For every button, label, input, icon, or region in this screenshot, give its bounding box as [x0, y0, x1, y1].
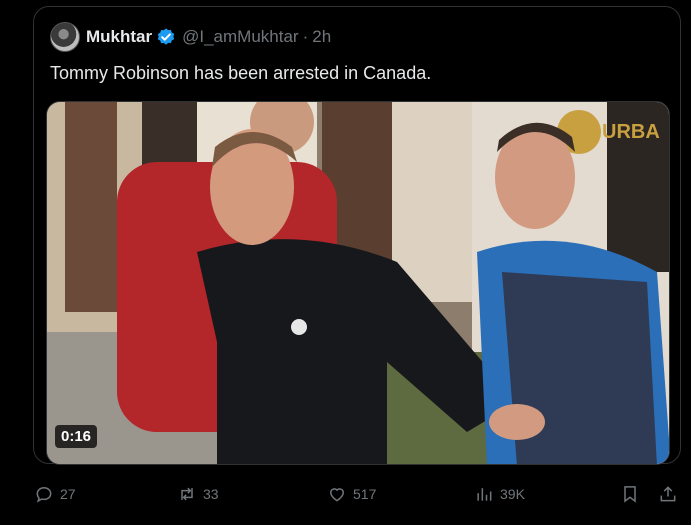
repost-button[interactable]: 33 [177, 478, 219, 510]
like-icon [329, 488, 345, 502]
reply-button[interactable]: 27 [34, 478, 76, 510]
store-sign-text: URBA [602, 121, 660, 143]
author-handle[interactable]: @I_amMukhtar [182, 27, 298, 47]
author-name[interactable]: Mukhtar [86, 27, 152, 47]
views-button[interactable]: 39K [474, 478, 525, 510]
video-duration-badge: 0:16 [55, 425, 98, 448]
like-button[interactable]: 517 [327, 478, 376, 510]
views-icon [477, 488, 492, 501]
share-icon [660, 486, 676, 502]
tweet-actions-bar: 27 33 517 39K [0, 478, 691, 510]
tweet-video[interactable]: URBA 0:16 [46, 101, 670, 465]
bookmark-icon [624, 486, 636, 503]
meta-separator: · [302, 27, 309, 46]
repost-count: 33 [203, 486, 219, 502]
avatar[interactable] [50, 22, 80, 52]
tweet-text: Tommy Robinson has been arrested in Cana… [50, 63, 432, 83]
repost-icon [181, 487, 193, 501]
video-frame: URBA [47, 102, 669, 464]
reply-icon [36, 486, 52, 503]
verified-badge-icon [156, 27, 176, 47]
bookmark-button[interactable] [620, 478, 646, 510]
views-count: 39K [500, 486, 525, 502]
like-count: 517 [353, 486, 377, 502]
tweet-card[interactable]: Mukhtar @I_amMukhtar · 2h Tommy Robinson… [33, 6, 681, 465]
reply-count: 27 [60, 486, 76, 502]
share-button[interactable] [658, 478, 684, 510]
tweet-timestamp[interactable]: 2h [312, 27, 331, 47]
tweet-header: Mukhtar @I_amMukhtar · 2h [50, 21, 331, 53]
